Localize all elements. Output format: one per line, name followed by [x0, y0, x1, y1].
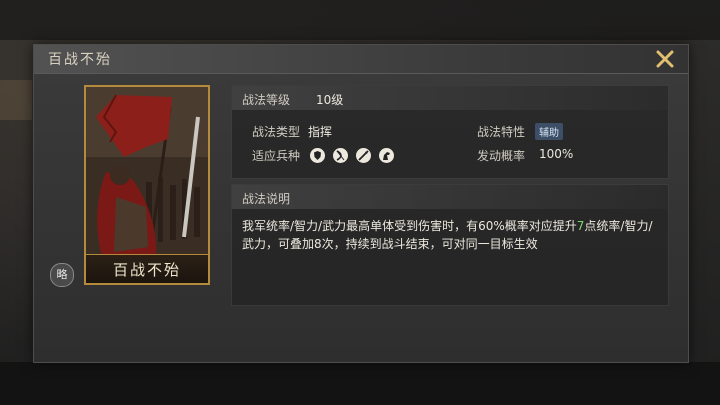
trait-badge: 辅助 — [535, 123, 563, 140]
skill-detail-dialog: 百战不殆 百战不殆 略 战法等级 10级 战法类型 指挥 战法特性 辅助 适应兵… — [33, 44, 689, 363]
close-icon — [656, 50, 674, 68]
horse-icon — [379, 148, 394, 163]
background-top-bar — [0, 0, 720, 40]
type-value: 指挥 — [308, 125, 333, 139]
dialog-header: 百战不殆 — [34, 45, 688, 74]
level-value: 10级 — [316, 93, 344, 107]
card-name-plate: 百战不殆 — [86, 254, 208, 283]
background-left-tab — [0, 80, 32, 120]
bow-icon — [333, 148, 348, 163]
spear-icon — [356, 148, 371, 163]
rate-value: 100% — [539, 147, 574, 161]
level-row: 战法等级 10级 — [232, 86, 668, 110]
description-title: 战法说明 — [242, 192, 291, 206]
description-text: 我军统率/智力/武力最高单体受到伤害时，有60%概率对应提升7点统率/智力/武力… — [242, 217, 658, 253]
description-text-part1: 我军统率/智力/武力最高单体受到伤害时，有60%概率对应提升 — [242, 219, 577, 233]
level-label: 战法等级 — [242, 93, 291, 107]
dialog-title: 百战不殆 — [48, 52, 112, 68]
strategy-badge[interactable]: 略 — [50, 263, 74, 287]
description-panel: 战法说明 我军统率/智力/武力最高单体受到伤害时，有60%概率对应提升7点统率/… — [231, 184, 669, 306]
card-name: 百战不殆 — [112, 261, 181, 279]
shield-icon — [310, 148, 325, 163]
type-label: 战法类型 — [252, 125, 301, 139]
background-bottom-bar — [0, 362, 720, 405]
description-header: 战法说明 — [232, 185, 668, 209]
rate-label: 发动概率 — [477, 149, 526, 163]
info-panel: 战法等级 10级 战法类型 指挥 战法特性 辅助 适应兵种 发动概率 100% — [231, 85, 669, 179]
skill-card: 百战不殆 — [84, 85, 210, 285]
trait-label: 战法特性 — [477, 125, 526, 139]
close-button[interactable] — [654, 48, 676, 70]
troops-label: 适应兵种 — [252, 149, 301, 163]
